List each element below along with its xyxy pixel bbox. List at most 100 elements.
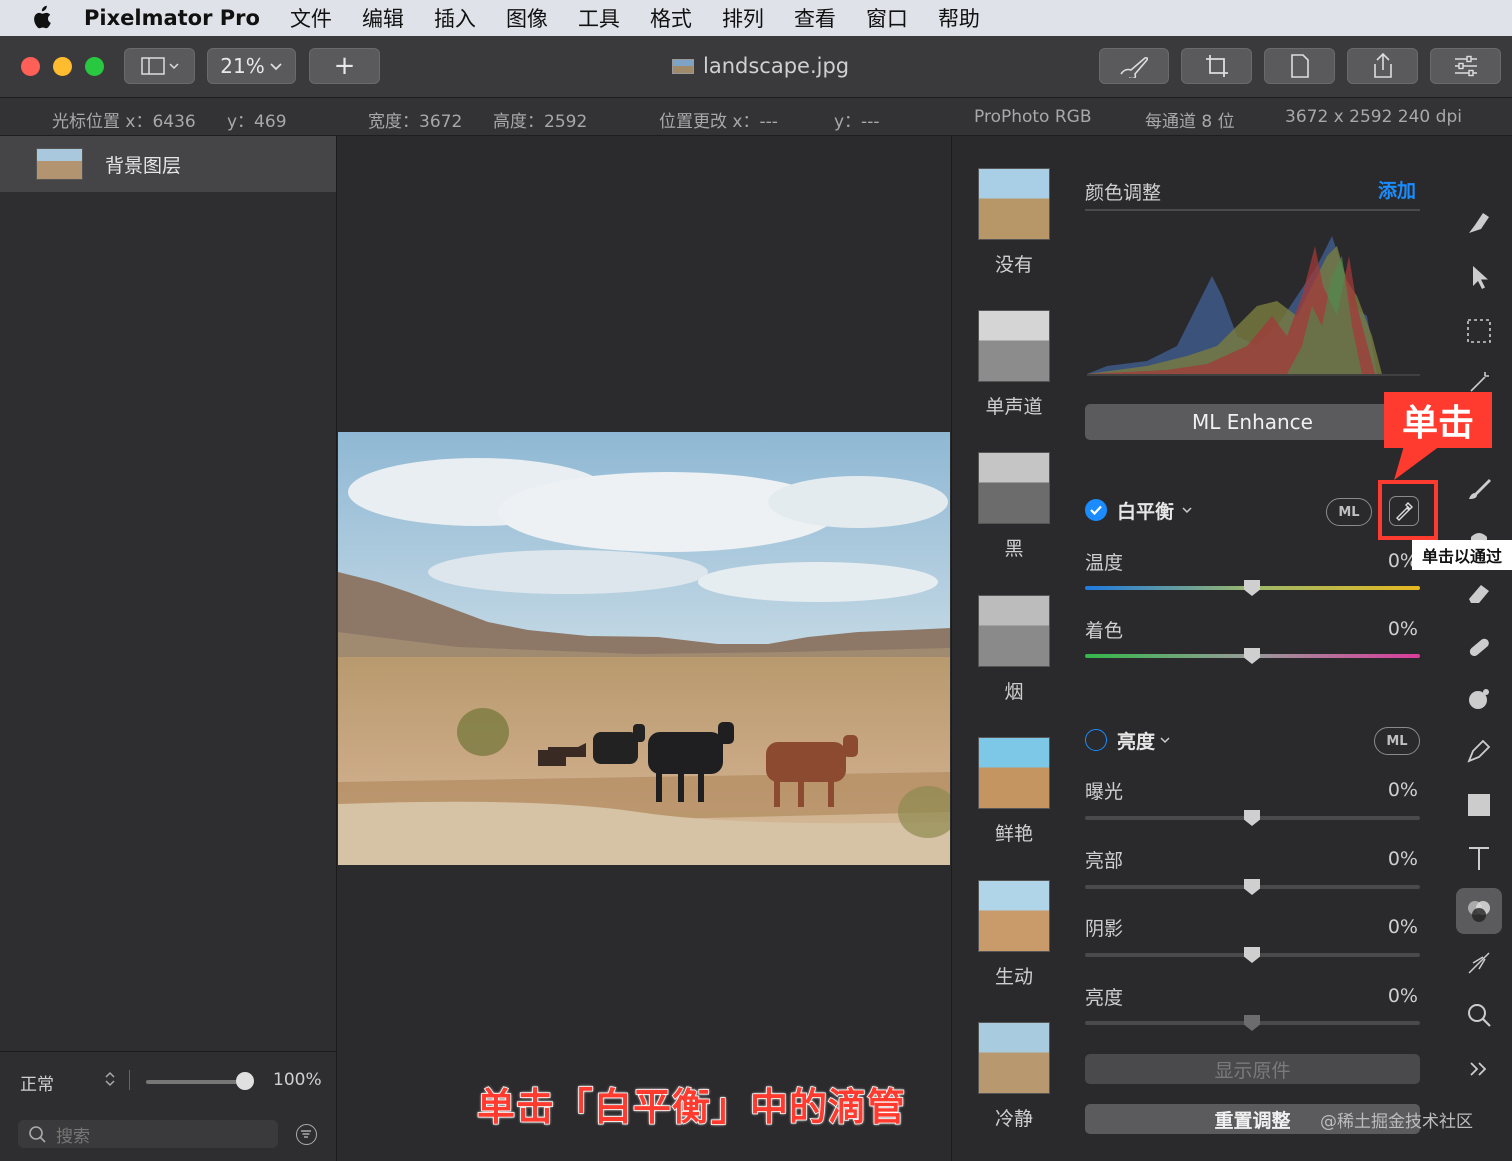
preset-smoke[interactable]: 烟 <box>978 595 1050 704</box>
add-adjustment-link[interactable]: 添加 <box>1378 176 1416 203</box>
tools-strip <box>1448 136 1512 1161</box>
eyedropper-highlight <box>1378 480 1438 540</box>
app-menu[interactable]: Pixelmator Pro <box>84 6 260 30</box>
selection-tool-icon[interactable] <box>1462 314 1496 348</box>
paint-tool-icon[interactable] <box>1462 472 1496 506</box>
white-balance-checkbox[interactable] <box>1085 499 1107 521</box>
brightness-title[interactable]: 亮度 <box>1117 727 1155 754</box>
text-tool-icon[interactable] <box>1462 841 1496 875</box>
white-balance-ml-button[interactable]: ML <box>1326 498 1372 526</box>
preset-black[interactable]: 黑 <box>978 452 1050 561</box>
add-button[interactable]: + <box>309 48 380 84</box>
layers-search-input[interactable]: 搜索 <box>18 1120 278 1148</box>
temperature-slider-knob[interactable] <box>1244 580 1260 596</box>
menu-help[interactable]: 帮助 <box>938 3 980 33</box>
height-readout: 高度：2592 <box>493 112 588 132</box>
document-button[interactable] <box>1264 48 1335 84</box>
eyedropper-tooltip: 单击以通过 <box>1412 540 1512 570</box>
bit-depth-readout: 每通道 8 位 <box>1145 112 1235 132</box>
brightness-checkbox[interactable] <box>1085 729 1107 751</box>
menu-edit[interactable]: 编辑 <box>362 3 404 33</box>
divider <box>1085 209 1420 211</box>
preset-mono[interactable]: 单声道 <box>978 310 1050 419</box>
style-tool-icon[interactable] <box>1462 206 1496 240</box>
color-adjustments-panel: 颜色调整 添加 ML Enhance 白平衡 ML 温度 0% 着色 0% 亮度… <box>1063 136 1448 1161</box>
retouch-button[interactable] <box>1099 48 1169 84</box>
preset-none[interactable]: 没有 <box>978 168 1050 277</box>
preset-vivid[interactable]: 生动 <box>978 880 1050 989</box>
preset-thumbnail <box>978 168 1050 240</box>
menu-view[interactable]: 查看 <box>794 3 836 33</box>
menu-file[interactable]: 文件 <box>290 3 332 33</box>
more-tools-icon[interactable] <box>1462 1052 1496 1086</box>
preset-vibrant[interactable]: 鲜艳 <box>978 737 1050 846</box>
chevron-down-icon[interactable] <box>1159 735 1171 745</box>
share-icon <box>1373 52 1392 78</box>
ml-enhance-button[interactable]: ML Enhance <box>1085 404 1420 440</box>
color-adjust-tool-icon[interactable] <box>1456 888 1502 934</box>
sidebar-icon <box>140 57 179 75</box>
preset-label: 单声道 <box>985 396 1043 418</box>
adjustments-button[interactable] <box>1430 48 1501 84</box>
show-original-button[interactable]: 显示原件 <box>1085 1054 1420 1084</box>
position-change-x-readout: 位置更改 x：--- <box>659 112 778 132</box>
crop-icon <box>1205 55 1228 77</box>
preset-thumbnail <box>978 595 1050 667</box>
cursor-x-readout: 光标位置 x：6436 <box>52 112 196 132</box>
distort-tool-icon[interactable] <box>1462 946 1496 980</box>
close-window-button[interactable] <box>21 57 40 76</box>
zoom-select[interactable]: 21% <box>207 48 296 84</box>
ml-label: ML <box>1386 733 1408 749</box>
shape-tool-icon[interactable] <box>1462 788 1496 822</box>
white-balance-title[interactable]: 白平衡 <box>1117 497 1174 524</box>
brightness-slider-knob[interactable] <box>1244 1015 1260 1031</box>
click-callout: 单击 <box>1384 392 1492 448</box>
exposure-slider-knob[interactable] <box>1244 810 1260 826</box>
zoom-window-button[interactable] <box>85 57 104 76</box>
menu-format[interactable]: 格式 <box>650 3 692 33</box>
landscape-photo[interactable] <box>338 432 950 865</box>
menu-image[interactable]: 图像 <box>506 3 548 33</box>
crop-button[interactable] <box>1181 48 1252 84</box>
arrange-tool-icon[interactable] <box>1462 260 1496 294</box>
shadows-slider-knob[interactable] <box>1244 947 1260 963</box>
preset-calm[interactable]: 冷静 <box>978 1022 1050 1131</box>
opacity-slider-knob[interactable] <box>236 1072 254 1090</box>
filter-icon[interactable] <box>296 1124 317 1145</box>
zoom-tool-icon[interactable] <box>1462 998 1496 1032</box>
brightness-ml-button[interactable]: ML <box>1374 727 1420 755</box>
up-down-chevron-icon[interactable] <box>104 1070 116 1092</box>
tint-slider-knob[interactable] <box>1244 648 1260 664</box>
menu-arrange[interactable]: 排列 <box>722 3 764 33</box>
highlights-slider-knob[interactable] <box>1244 879 1260 895</box>
apple-logo-icon[interactable] <box>30 5 70 31</box>
exposure-label: 曝光 <box>1085 781 1124 803</box>
layer-row[interactable]: 背景图层 <box>0 136 336 192</box>
sidebar-toggle-button[interactable] <box>124 48 195 84</box>
minimize-window-button[interactable] <box>53 57 72 76</box>
temperature-label: 温度 <box>1085 552 1124 574</box>
effects-tool-icon[interactable] <box>1462 682 1496 716</box>
divider <box>129 1070 130 1090</box>
repair-tool-icon[interactable] <box>1462 630 1496 664</box>
info-bar: 光标位置 x：6436 y：469 宽度：3672 高度：2592 位置更改 x… <box>0 98 1512 136</box>
share-button[interactable] <box>1347 48 1418 84</box>
layers-panel: 背景图层 正常 100% 搜索 <box>0 136 337 1161</box>
menu-tools[interactable]: 工具 <box>578 3 620 33</box>
exposure-value: 0% <box>1387 779 1418 801</box>
layer-name: 背景图层 <box>105 154 182 177</box>
cursor-y-readout: y：469 <box>227 112 287 132</box>
chevron-down-icon[interactable] <box>1181 505 1193 515</box>
erase-tool-icon[interactable] <box>1462 576 1496 610</box>
preset-thumbnail <box>978 310 1050 382</box>
preset-label: 烟 <box>1004 681 1024 703</box>
menu-window[interactable]: 窗口 <box>866 3 908 33</box>
sliders-icon <box>1454 55 1477 77</box>
blend-mode-select[interactable]: 正常 <box>20 1070 54 1095</box>
pen-tool-icon[interactable] <box>1462 734 1496 768</box>
opacity-slider[interactable] <box>146 1080 246 1084</box>
menu-insert[interactable]: 插入 <box>434 3 476 33</box>
tint-label: 着色 <box>1085 620 1124 642</box>
histogram <box>1087 236 1420 376</box>
preset-thumbnail <box>978 452 1050 524</box>
